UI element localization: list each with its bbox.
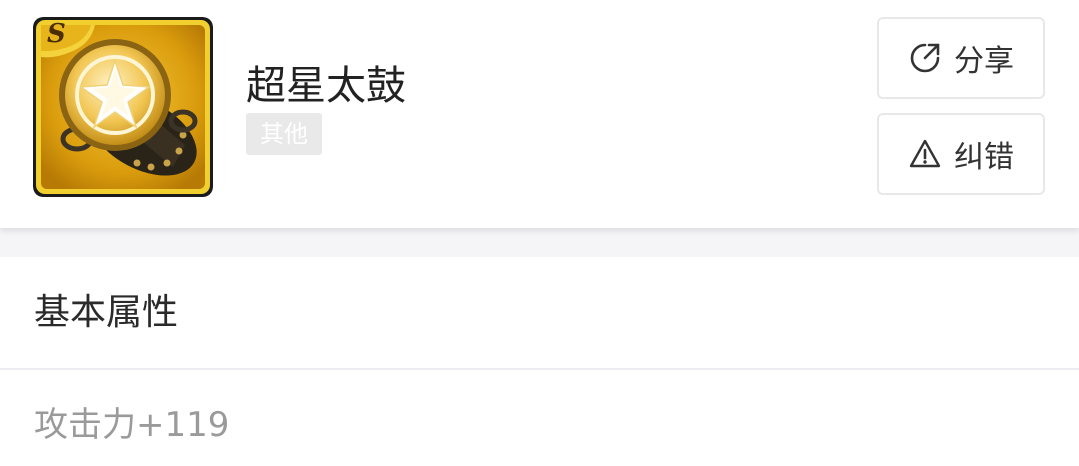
attribute-item: 攻击力+119	[34, 405, 230, 445]
report-error-button-label: 纠错	[954, 140, 1014, 175]
warning-icon	[908, 137, 942, 171]
rank-badge: S	[47, 19, 66, 49]
section-title: 基本属性	[34, 292, 179, 333]
category-tag: 其他	[246, 113, 322, 155]
report-error-button[interactable]: 纠错	[877, 113, 1045, 195]
share-button[interactable]: 分享	[877, 17, 1045, 99]
basic-attributes-section: 基本属性 攻击力+119	[0, 257, 1079, 466]
item-header-card: S 超星太鼓 其他 分享 纠错	[0, 0, 1079, 228]
section-divider	[0, 368, 1079, 370]
share-button-label: 分享	[954, 44, 1014, 79]
share-icon	[908, 41, 942, 75]
drum-item-icon: S	[33, 17, 213, 197]
item-title: 超星太鼓	[246, 63, 406, 109]
